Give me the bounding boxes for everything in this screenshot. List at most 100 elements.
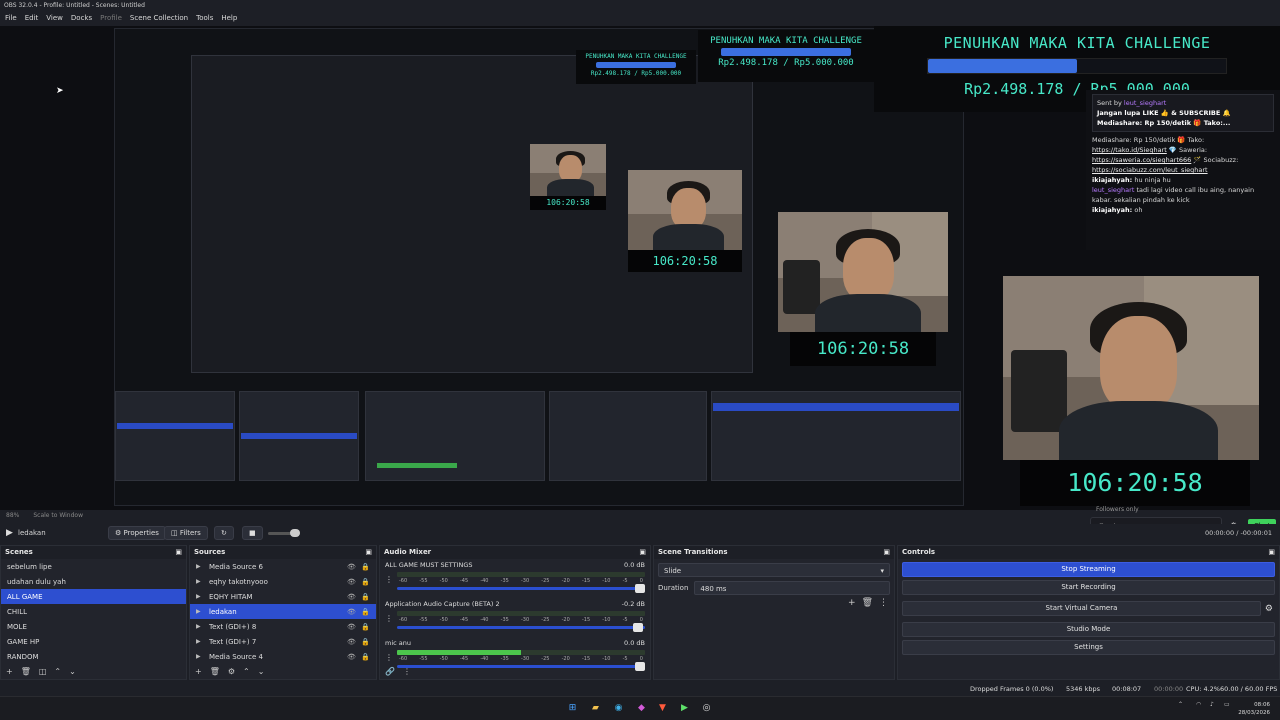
menu-scene-collection[interactable]: Scene Collection [130,14,188,25]
move-down-icon[interactable]: ⌄ [69,667,76,677]
channel-menu-icon[interactable]: ⋮ [385,653,393,662]
channel-menu-icon[interactable]: ⋮ [385,575,393,584]
remove-transition-icon[interactable]: 🗑 [862,598,873,608]
wifi-icon[interactable]: ◠ [1196,701,1201,708]
stop-media-button[interactable]: ■ [242,526,263,540]
visibility-eye-icon[interactable]: 👁 [347,638,356,646]
source-item[interactable]: ▶ Text (GDI+) 7 👁 🔒 [190,634,376,649]
dock-float-icon[interactable]: ▣ [883,548,890,557]
source-item[interactable]: ▶ eqhy takotnyooo 👁 🔒 [190,574,376,589]
menu-profile[interactable]: Profile [100,14,122,25]
dock-float-icon[interactable]: ▣ [639,548,646,557]
scene-item[interactable]: sebelum lipe [1,559,186,574]
lock-icon[interactable]: 🔒 [361,653,370,661]
streaming-app-icon[interactable]: ▶ [678,702,691,715]
remove-source-icon[interactable]: 🗑 [210,667,220,677]
source-item[interactable]: ▶ Media Source 6 👁 🔒 [190,559,376,574]
file-explorer-icon[interactable]: ▰ [589,702,602,715]
scene-item[interactable]: MOLE [1,619,186,634]
obs-taskbar-icon[interactable]: ◎ [700,702,713,715]
volume-fader-handle[interactable] [632,623,643,632]
move-up-icon[interactable]: ⌃ [54,667,61,677]
scene-filters-icon[interactable]: ◫ [39,667,47,677]
tray-chevron-icon[interactable]: ⌃ [1178,701,1183,708]
menu-edit[interactable]: Edit [25,14,39,25]
menu-view[interactable]: View [46,14,63,25]
brave-browser-icon[interactable]: ▼ [656,702,669,715]
edge-browser-icon[interactable]: ◉ [612,702,625,715]
source-item[interactable]: ▶ Media Source 4 👁 🔒 [190,649,376,664]
lock-icon[interactable]: 🔒 [361,563,370,571]
menu-help[interactable]: Help [221,14,237,25]
lock-icon[interactable]: 🔒 [361,623,370,631]
move-up-icon[interactable]: ⌃ [243,667,250,677]
lock-icon[interactable]: 🔒 [361,608,370,616]
scene-item[interactable]: CHILL [1,604,186,619]
dock-float-icon[interactable]: ▣ [365,548,372,557]
mixer-menu-icon[interactable]: ⋮ [403,667,411,677]
start-virtual-camera-button[interactable]: Start Virtual Camera [902,601,1261,616]
duration-field[interactable]: 480 ms [694,581,890,595]
chat-link-tako[interactable]: https://tako.id/Sieghart [1092,146,1167,154]
remove-scene-icon[interactable]: 🗑 [21,667,31,677]
transition-menu-icon[interactable]: ⋮ [879,598,888,608]
visibility-eye-icon[interactable]: 👁 [347,608,356,616]
start-recording-button[interactable]: Start Recording [902,580,1275,595]
source-item[interactable]: ▶ EQHY HITAM 👁 🔒 [190,589,376,604]
restart-media-button[interactable]: ↻ [214,526,234,540]
clock-time: 08:06 [1254,702,1270,708]
media-seek-handle[interactable] [290,529,300,537]
filters-button[interactable]: ◫ Filters [164,526,208,540]
add-scene-icon[interactable]: + [6,667,13,677]
studio-mode-button[interactable]: Studio Mode [902,622,1275,637]
volume-fader-handle[interactable] [635,584,645,593]
lock-icon[interactable]: 🔒 [361,638,370,646]
meter-scale-tick: -55 [419,656,428,662]
transition-select[interactable]: Slide ▾ [658,563,890,577]
volume-icon[interactable]: ♪ [1210,701,1214,708]
source-item[interactable]: ▶ Text (GDI+) 8 👁 🔒 [190,619,376,634]
visibility-eye-icon[interactable]: 👁 [347,563,356,571]
play-icon[interactable]: ▶ [6,528,13,538]
battery-icon[interactable]: ▭ [1224,701,1230,708]
system-clock[interactable]: 08:06 28/03/2026 [1238,701,1270,717]
scene-item[interactable]: udahan dulu yah [1,574,186,589]
channel-menu-icon[interactable]: ⋮ [385,614,393,623]
lock-icon[interactable]: 🔒 [361,578,370,586]
visibility-eye-icon[interactable]: 👁 [347,653,356,661]
visibility-eye-icon[interactable]: 👁 [347,578,356,586]
scene-item[interactable]: ALL GAME [1,589,186,604]
menu-tools[interactable]: Tools [196,14,213,25]
visibility-eye-icon[interactable]: 👁 [347,623,356,631]
chat-link-sociabuzz[interactable]: https://sociabuzz.com/leut_sieghart [1092,165,1274,175]
meter-scale-tick: -5 [622,656,628,662]
mixer-link-icon[interactable]: 🔗 [385,667,395,677]
menu-file[interactable]: File [5,14,17,25]
properties-button[interactable]: ⚙ Properties [108,526,166,540]
preview-scale-mode[interactable]: Scale to Window [33,512,83,519]
dock-float-icon[interactable]: ▣ [1268,548,1275,557]
move-down-icon[interactable]: ⌄ [258,667,265,677]
source-item[interactable]: ▶ ledakan 👁 🔒 [190,604,376,619]
chat-link-saweria[interactable]: https://saweria.co/sieghart666 [1092,156,1191,164]
nested-challenge-title: PENUHKAN MAKA KITA CHALLENGE [710,36,862,46]
preview-zoom-level[interactable]: 88% [6,512,19,519]
menu-docks[interactable]: Docks [71,14,92,25]
add-source-icon[interactable]: + [195,667,202,677]
discord-icon[interactable]: ◆ [635,702,648,715]
dock-float-icon[interactable]: ▣ [175,548,182,557]
add-transition-icon[interactable]: + [848,598,856,608]
scene-item[interactable]: GAME HP [1,634,186,649]
settings-button[interactable]: Settings [902,640,1275,655]
lock-icon[interactable]: 🔒 [361,593,370,601]
volume-fader[interactable] [397,623,645,632]
visibility-eye-icon[interactable]: 👁 [347,593,356,601]
stop-streaming-button[interactable]: Stop Streaming [902,562,1275,577]
nested-progress-small [596,62,676,68]
source-properties-icon[interactable]: ⚙ [228,667,235,677]
virtual-camera-gear-icon[interactable]: ⚙ [1265,604,1273,614]
volume-fader[interactable] [397,584,645,593]
scene-item[interactable]: RANDOM [1,649,186,664]
source-label: Media Source 6 [209,562,263,571]
windows-start-icon[interactable]: ⊞ [566,702,579,715]
